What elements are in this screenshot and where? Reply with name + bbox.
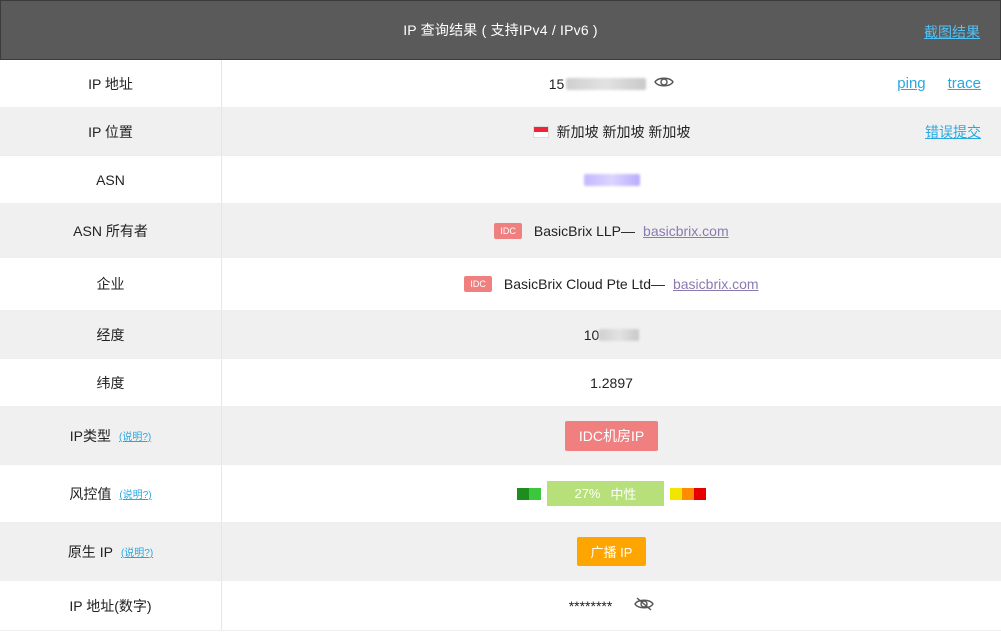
row-enterprise: 企业 IDC BasicBrix Cloud Pte Ltd— basicbri… [0,258,1001,311]
value-enterprise: IDC BasicBrix Cloud Pte Ltd— basicbrix.c… [222,258,1001,310]
label-ip-address: IP 地址 [0,60,222,107]
risk-seg-very-low [517,487,529,500]
label-enterprise: 企业 [0,258,222,310]
value-ip-numeric: ******** [222,581,1001,630]
value-ip-address: 15 [222,60,1001,107]
risk-percent: 27% [574,486,601,501]
results-table: IP 地址 15 ping trace IP 位置 新加坡 新加坡 新加坡 错误… [0,60,1001,631]
ip-numeric-text: ******** [568,597,613,614]
value-native-ip: 广播 IP [222,523,1001,580]
enterprise-name: BasicBrix Cloud Pte Ltd— [503,276,665,292]
longitude-masked [599,328,640,341]
label-ip-type-cell: IP类型 (说明?) [0,407,222,464]
enterprise-domain-link[interactable]: basicbrix.com [673,276,759,292]
ip-tools: ping trace [897,60,981,107]
asn-masked [583,173,640,186]
row-asn-owner: ASN 所有者 IDC BasicBrix LLP— basicbrix.com [0,204,1001,258]
row-latitude: 纬度 1.2897 [0,359,1001,407]
ip-address-masked [566,77,647,90]
ip-address-text: 15 [548,75,565,92]
value-risk: 27% 中性 [222,465,1001,522]
row-asn: ASN [0,156,1001,204]
value-asn-owner: IDC BasicBrix LLP— basicbrix.com [222,204,1001,257]
row-ip-type: IP类型 (说明?) IDC机房IP [0,407,1001,465]
row-native-ip: 原生 IP (说明?) 广播 IP [0,523,1001,581]
eye-off-icon[interactable] [634,596,655,615]
label-risk: 风控值 [69,485,112,502]
results-title: IP 查询结果 ( 支持IPv4 / IPv6 ) [403,22,598,38]
singapore-flag-icon [532,125,549,138]
label-ip-type: IP类型 [69,427,111,444]
risk-help-link[interactable]: (说明?) [119,486,151,501]
longitude-text: 10 [583,326,600,343]
idc-datacenter-badge: IDC机房IP [564,420,659,451]
label-longitude: 经度 [0,311,222,358]
value-longitude: 10 [222,311,1001,358]
value-ip-location: 新加坡 新加坡 新加坡 [222,108,1001,155]
value-asn [222,156,1001,203]
location-tools: 错误提交 [925,108,981,155]
label-asn: ASN [0,156,222,203]
label-asn-owner: ASN 所有者 [0,204,222,257]
label-ip-location: IP 位置 [0,108,222,155]
trace-link[interactable]: trace [948,75,981,92]
risk-level-bar: 27% 中性 [547,481,664,506]
screenshot-results-link[interactable]: 截图结果 [924,22,980,42]
idc-tag: IDC [494,222,522,239]
label-native-ip: 原生 IP [67,543,113,560]
broadcast-ip-badge: 广播 IP [576,537,647,566]
native-ip-help-link[interactable]: (说明?) [121,544,153,559]
ping-link[interactable]: ping [897,75,925,92]
ip-location-text: 新加坡 新加坡 新加坡 [556,123,691,140]
asn-owner-domain-link[interactable]: basicbrix.com [643,223,729,239]
asn-owner-name: BasicBrix LLP— [533,222,636,239]
value-ip-type: IDC机房IP [222,407,1001,464]
row-ip-location: IP 位置 新加坡 新加坡 新加坡 错误提交 [0,108,1001,156]
row-risk: 风控值 (说明?) 27% 中性 [0,465,1001,523]
risk-seg-high [682,487,694,500]
label-native-ip-cell: 原生 IP (说明?) [0,523,222,580]
ip-type-help-link[interactable]: (说明?) [119,428,151,443]
label-ip-numeric: IP 地址(数字) [0,581,222,630]
row-ip-numeric: IP 地址(数字) ******** [0,581,1001,631]
risk-seg-medium [670,487,682,500]
row-ip-address: IP 地址 15 ping trace [0,60,1001,108]
risk-level: 中性 [610,487,637,502]
results-header: IP 查询结果 ( 支持IPv4 / IPv6 ) 截图结果 [0,0,1001,60]
label-risk-cell: 风控值 (说明?) [0,465,222,522]
idc-tag: IDC [464,276,492,292]
risk-seg-very-high [694,487,706,500]
risk-seg-low [529,487,541,500]
eye-icon[interactable] [654,75,675,92]
row-longitude: 经度 10 [0,311,1001,359]
value-latitude: 1.2897 [590,374,633,391]
label-latitude: 纬度 [0,359,222,406]
risk-meter: 27% 中性 [517,481,706,506]
report-error-link[interactable]: 错误提交 [925,122,981,142]
